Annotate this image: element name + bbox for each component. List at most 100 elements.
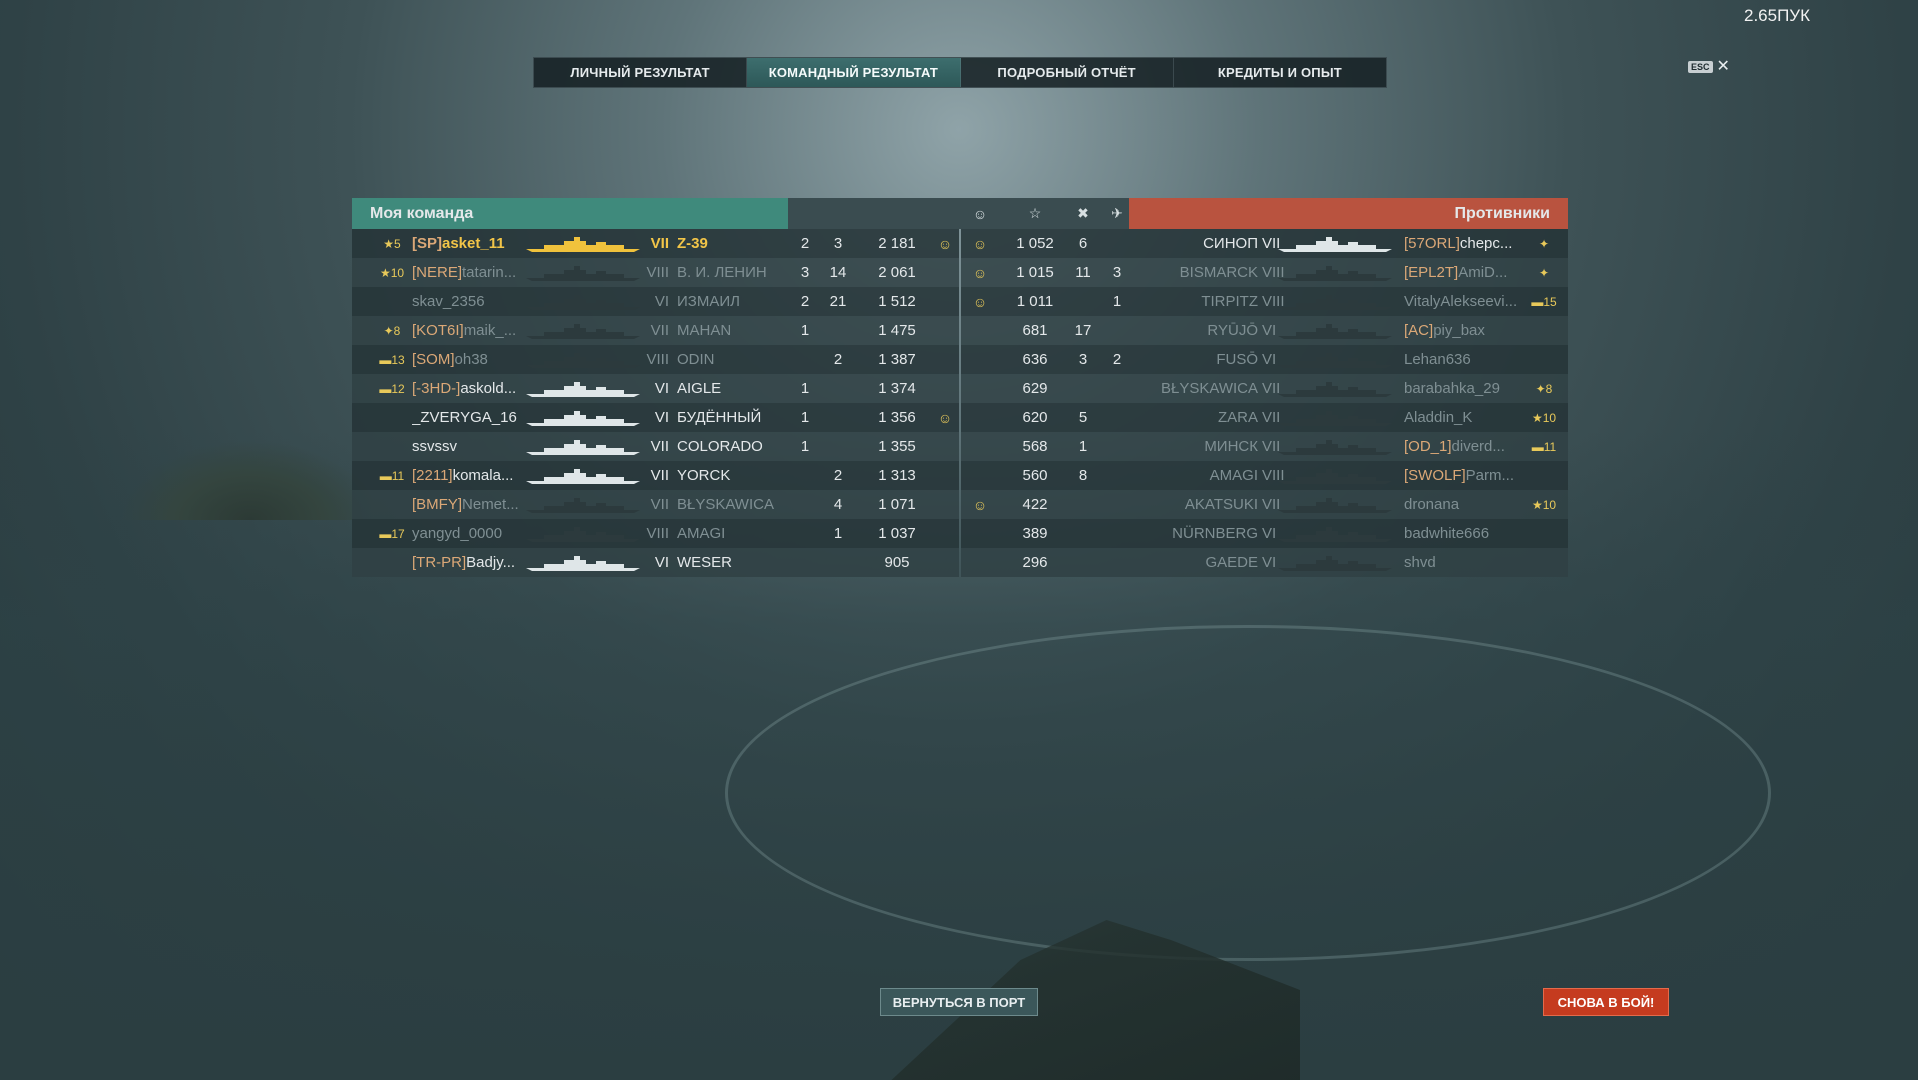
tab-personal-result[interactable]: ЛИЧНЫЙ РЕЗУЛЬТАТ bbox=[534, 58, 748, 87]
player-rank-badge: ★10 bbox=[1531, 497, 1557, 512]
my-team-title: Моя команда bbox=[370, 204, 474, 222]
ship-silhouette-icon bbox=[1278, 294, 1392, 310]
battle-again-button[interactable]: СНОВА В БОЙ! bbox=[1543, 988, 1669, 1016]
ship-tier: VI bbox=[654, 409, 669, 426]
ship-silhouette-icon bbox=[526, 497, 640, 513]
achievement-icon: ☺ bbox=[972, 264, 988, 281]
ship-name: GAEDE bbox=[1205, 554, 1258, 571]
planes-count: 1 bbox=[800, 322, 810, 339]
player-name[interactable]: [KOT6I] maik_... bbox=[412, 316, 522, 345]
base-xp: 296 bbox=[1022, 554, 1048, 571]
ship-silhouette-icon bbox=[1278, 439, 1392, 455]
player-name[interactable]: [TR-PR] Badjy... bbox=[412, 548, 522, 577]
player-name[interactable]: dronana bbox=[1404, 490, 1532, 519]
clan-tag: [SWOLF] bbox=[1404, 467, 1466, 484]
ship-name: AIGLE bbox=[677, 380, 722, 397]
ship-image bbox=[524, 316, 644, 345]
planes-count bbox=[1102, 229, 1132, 258]
ship-silhouette-icon bbox=[526, 381, 640, 397]
island-background bbox=[120, 440, 380, 520]
ship-image bbox=[524, 490, 644, 519]
base-xp: 629 bbox=[1022, 380, 1048, 397]
kills-count: 5 bbox=[1078, 409, 1088, 426]
clan-tag: [2211] bbox=[412, 467, 453, 484]
ship-image bbox=[1276, 548, 1396, 577]
achievement-icon bbox=[965, 519, 995, 548]
player-name[interactable]: [SOM] oh38 bbox=[412, 345, 522, 374]
fps-counter: 2.65ПУК bbox=[1743, 6, 1810, 25]
player-rank-badge: ★10 bbox=[1531, 410, 1557, 425]
ship-image bbox=[524, 403, 644, 432]
kills-count: 3 bbox=[833, 235, 843, 252]
player-name[interactable]: shvd bbox=[1404, 548, 1532, 577]
player-name[interactable]: _ZVERYGA_16 bbox=[412, 403, 522, 432]
player-rank-badge: ▬17 bbox=[379, 526, 405, 541]
player-name[interactable]: [SWOLF] Parm... bbox=[1404, 461, 1532, 490]
achievement-icon bbox=[930, 432, 960, 461]
player-name[interactable]: VitalyAlekseevi... bbox=[1404, 287, 1532, 316]
ship-name: BŁYSKAWICA bbox=[1161, 380, 1258, 397]
player-name[interactable]: Aladdin_K bbox=[1404, 403, 1532, 432]
player-name[interactable]: [EPL2T] AmiD... bbox=[1404, 258, 1532, 287]
tab-detailed-report[interactable]: ПОДРОБНЫЙ ОТЧЁТ bbox=[961, 58, 1174, 87]
player-nickname: komala... bbox=[452, 467, 514, 484]
player-rank-badge: ▬11 bbox=[1531, 439, 1557, 454]
ship-image bbox=[524, 258, 644, 287]
base-xp: 1 356 bbox=[878, 409, 916, 426]
player-name[interactable]: [BMFY] Nemet... bbox=[412, 490, 522, 519]
kills-count: 1 bbox=[1078, 438, 1088, 455]
ship-tier: VI bbox=[654, 380, 669, 397]
achievement-icon bbox=[930, 258, 960, 287]
player-name[interactable]: [SP] asket_11 bbox=[412, 229, 522, 258]
player-name[interactable]: [OD_1] diverd... bbox=[1404, 432, 1532, 461]
table-row: [TR-PR] Badjy... VI WESER 905 296 GAEDE VI shvd bbox=[352, 548, 1568, 577]
planes-count bbox=[1102, 403, 1132, 432]
player-rank-badge: ✦ bbox=[1538, 236, 1550, 251]
my-team-header: Моя команда bbox=[352, 198, 788, 229]
base-xp: 2 061 bbox=[878, 264, 916, 281]
player-name[interactable]: barabahka_29 bbox=[1404, 374, 1532, 403]
sea-ring-decoration bbox=[725, 625, 1771, 961]
ship-tier: VIII bbox=[646, 351, 669, 368]
planes-count: 3 bbox=[800, 264, 810, 281]
player-name[interactable]: [57ORL] chepc... bbox=[1404, 229, 1532, 258]
base-xp: 389 bbox=[1022, 525, 1048, 542]
clan-tag: [NERE] bbox=[412, 264, 463, 281]
player-nickname: piy_bax bbox=[1433, 322, 1485, 339]
return-to-port-button[interactable]: ВЕРНУТЬСЯ В ПОРТ bbox=[880, 988, 1038, 1016]
achievement-icon: ☺ bbox=[972, 293, 988, 310]
ship-name: Z-39 bbox=[677, 235, 708, 252]
player-name[interactable]: skav_2356 bbox=[412, 287, 522, 316]
player-rank-badge: ▬13 bbox=[379, 352, 405, 367]
tab-team-result[interactable]: КОМАНДНЫЙ РЕЗУЛЬТАТ bbox=[747, 58, 961, 87]
clan-tag: [OD_1] bbox=[1404, 438, 1452, 455]
ship-name: AMAGI bbox=[677, 525, 726, 542]
ship-image bbox=[1276, 519, 1396, 548]
kills-count: 8 bbox=[1078, 467, 1088, 484]
planes-count: 2 bbox=[800, 235, 810, 252]
ship-name: СИНОП bbox=[1203, 235, 1258, 252]
player-rank-badge bbox=[382, 490, 402, 519]
player-name[interactable]: [2211] komala... bbox=[412, 461, 522, 490]
player-name[interactable]: yangyd_0000 bbox=[412, 519, 522, 548]
player-nickname: skav_2356 bbox=[412, 293, 485, 310]
ship-silhouette-icon bbox=[526, 352, 640, 368]
tab-credits-xp[interactable]: КРЕДИТЫ И ОПЫТ bbox=[1174, 58, 1386, 87]
planes-count bbox=[1102, 548, 1132, 577]
player-name[interactable]: Lehan636 bbox=[1404, 345, 1532, 374]
planes-count bbox=[1102, 374, 1132, 403]
ship-silhouette-icon bbox=[1278, 497, 1392, 513]
ship-name: МИНСК bbox=[1204, 438, 1258, 455]
planes-count bbox=[1102, 432, 1132, 461]
player-name[interactable]: badwhite666 bbox=[1404, 519, 1532, 548]
close-button[interactable]: ESC ✕ bbox=[1688, 59, 1730, 75]
player-name[interactable]: [-3HD-] askold... bbox=[412, 374, 522, 403]
player-name[interactable]: [NERE] tatarin... bbox=[412, 258, 522, 287]
ship-tier: VII bbox=[650, 235, 669, 252]
player-name[interactable]: ssvssv bbox=[412, 432, 522, 461]
player-name[interactable]: [AC] piy_bax bbox=[1404, 316, 1532, 345]
player-rank-badge bbox=[1532, 316, 1556, 345]
planes-count bbox=[792, 519, 818, 548]
base-xp: 2 181 bbox=[878, 235, 916, 252]
achievement-icon bbox=[965, 316, 995, 345]
